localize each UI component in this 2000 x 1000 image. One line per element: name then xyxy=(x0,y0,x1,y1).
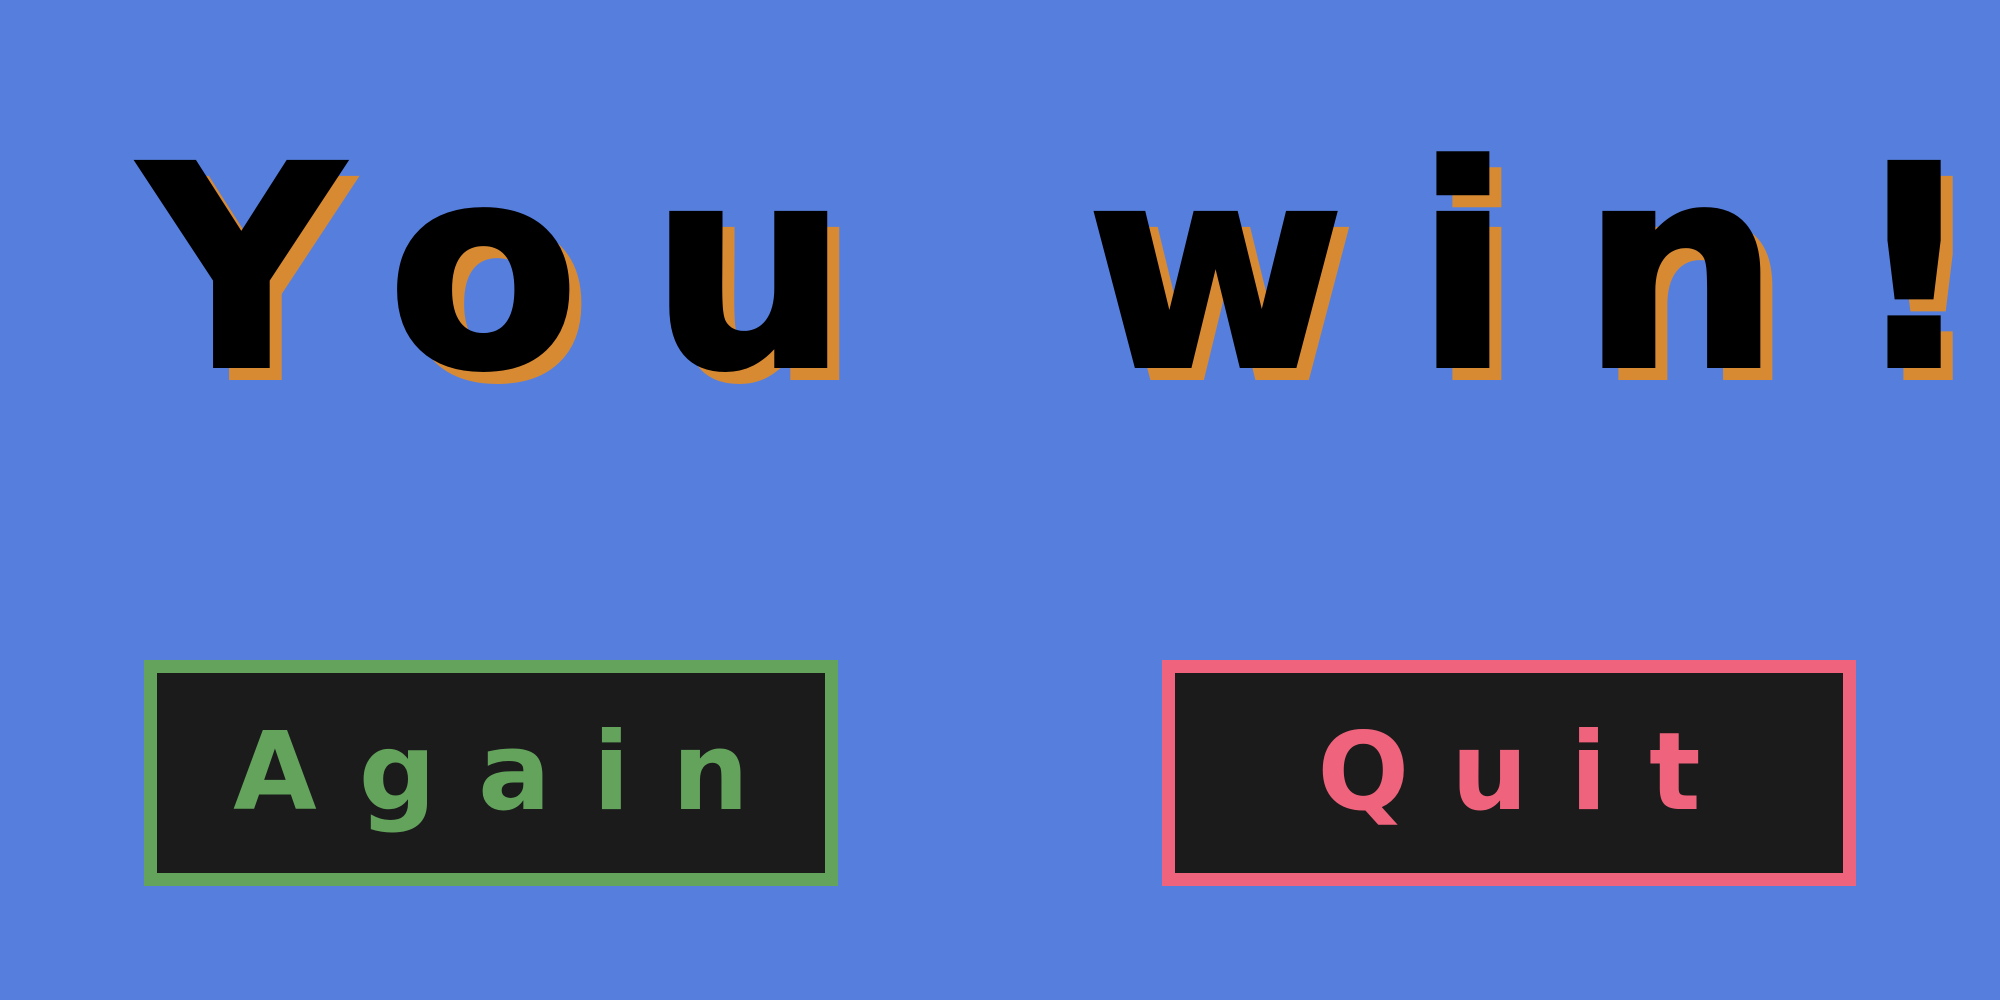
win-title: You win! You win! xyxy=(0,107,2000,434)
again-button-label: Again xyxy=(233,710,791,835)
quit-button[interactable]: Quit xyxy=(1162,660,1856,886)
quit-button-label: Quit xyxy=(1317,710,1743,835)
win-title-text: You win! xyxy=(138,107,2000,433)
again-button[interactable]: Again xyxy=(144,660,838,886)
